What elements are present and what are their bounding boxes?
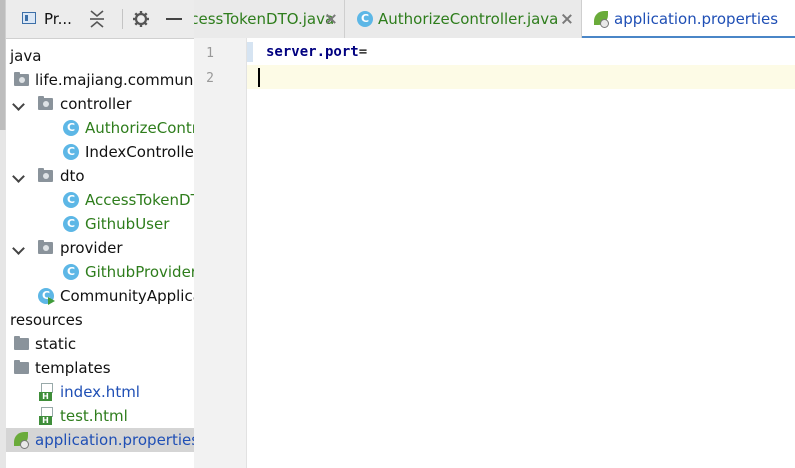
tree-item-templates[interactable]: templates [6, 356, 194, 380]
spring-boot-run-class-icon: C [38, 288, 56, 305]
current-line-highlight [194, 65, 795, 89]
tree-item-label: dto [60, 167, 85, 185]
tab-label: AccessTokenDTO.java [194, 10, 335, 28]
editor-tabs-bar: AccessTokenDTO.java C AuthorizeControlle… [194, 0, 795, 39]
tree-item-java[interactable]: java [6, 44, 194, 68]
tree-item-github-user[interactable]: C GithubUser [6, 212, 194, 236]
folder-icon [14, 336, 29, 350]
tree-item-controller[interactable]: controller [6, 92, 194, 116]
line-number: 2 [206, 71, 214, 86]
close-icon[interactable] [561, 13, 572, 24]
tree-item-label: controller [60, 95, 132, 113]
tree-item-authorize-controller[interactable]: C AuthorizeController [6, 116, 195, 140]
tree-item-label: index.html [60, 383, 140, 401]
gear-icon[interactable] [132, 9, 150, 29]
tree-item-resources[interactable]: resources [6, 308, 194, 332]
package-folder-icon [38, 96, 53, 110]
tree-item-github-provider[interactable]: C GithubProvider [6, 260, 195, 284]
collapse-all-icon[interactable] [88, 9, 106, 29]
tree-item-application-properties[interactable]: application.properties [6, 428, 195, 452]
tree-item-label: IndexController [85, 143, 195, 161]
tree-item-label: resources [10, 311, 83, 329]
code-line-1: server.port= [266, 44, 367, 60]
java-class-icon: C [357, 11, 373, 27]
ide-window: Pr... java life.majiang.community contro… [0, 0, 795, 468]
tree-item-provider[interactable]: provider [6, 236, 194, 260]
tree-item-label: templates [35, 359, 111, 377]
tab-label: application.properties [614, 10, 779, 28]
folder-icon [14, 360, 29, 374]
spring-properties-icon [12, 432, 30, 449]
tree-item-community-application[interactable]: C CommunityApplication [6, 284, 194, 308]
java-class-icon: C [63, 264, 79, 280]
tree-item-index-controller[interactable]: C IndexController [6, 140, 195, 164]
tree-item-label: provider [60, 239, 123, 257]
tree-item-label: life.majiang.community [35, 71, 195, 89]
java-class-icon: C [63, 120, 79, 136]
tree-item-static[interactable]: static [6, 332, 194, 356]
html-file-icon: H [39, 383, 53, 401]
package-folder-icon [38, 168, 53, 182]
tree-item-label: GithubUser [85, 215, 170, 233]
tree-item-label: AuthorizeController [85, 119, 195, 137]
tree-item-label: java [10, 47, 42, 65]
html-file-icon: H [39, 407, 53, 425]
gutter-marker [247, 42, 253, 62]
tab-label: AuthorizeController.java [378, 10, 559, 28]
spring-properties-icon [592, 11, 610, 28]
project-icon [22, 12, 36, 24]
tree-item-index-html[interactable]: H index.html [6, 380, 194, 404]
chevron-down-icon[interactable] [12, 242, 25, 255]
minimize-icon[interactable] [166, 18, 182, 20]
line-number: 1 [206, 46, 214, 61]
tree-item-label: GithubProvider [85, 263, 195, 281]
property-separator: = [358, 44, 368, 60]
project-view-selector[interactable]: Pr... [44, 10, 72, 28]
tree-item-label: test.html [60, 407, 128, 425]
tree-item-package[interactable]: life.majiang.community [6, 68, 195, 92]
tab-application-properties[interactable]: application.properties [582, 0, 795, 39]
code-editor[interactable] [247, 38, 795, 468]
chevron-down-icon[interactable] [12, 170, 25, 183]
java-class-icon: C [63, 144, 79, 160]
tab-access-token-dto[interactable]: AccessTokenDTO.java [194, 0, 345, 38]
chevron-down-icon[interactable] [12, 98, 25, 111]
property-key: server.port [266, 44, 359, 60]
tree-item-access-token-dto[interactable]: C AccessTokenDTO [6, 188, 194, 212]
java-class-icon: C [63, 216, 79, 232]
tree-item-dto[interactable]: dto [6, 164, 194, 188]
text-caret [258, 68, 260, 87]
line-number-gutter: 1 2 [194, 38, 253, 468]
tree-item-label: AccessTokenDTO [85, 191, 194, 209]
package-folder-icon [38, 240, 53, 254]
project-panel-header: Pr... [6, 0, 194, 39]
tree-item-label: application.properties [35, 431, 195, 449]
project-panel: Pr... java life.majiang.community contro… [6, 0, 195, 468]
header-separator [122, 9, 123, 29]
tree-item-test-html[interactable]: H test.html [6, 404, 194, 428]
java-class-icon: C [63, 192, 79, 208]
tab-authorize-controller[interactable]: C AuthorizeController.java [345, 0, 582, 38]
close-icon[interactable] [325, 13, 336, 24]
tree-item-label: CommunityApplication [60, 287, 194, 305]
package-folder-icon [14, 72, 29, 86]
tree-item-label: static [35, 335, 77, 353]
